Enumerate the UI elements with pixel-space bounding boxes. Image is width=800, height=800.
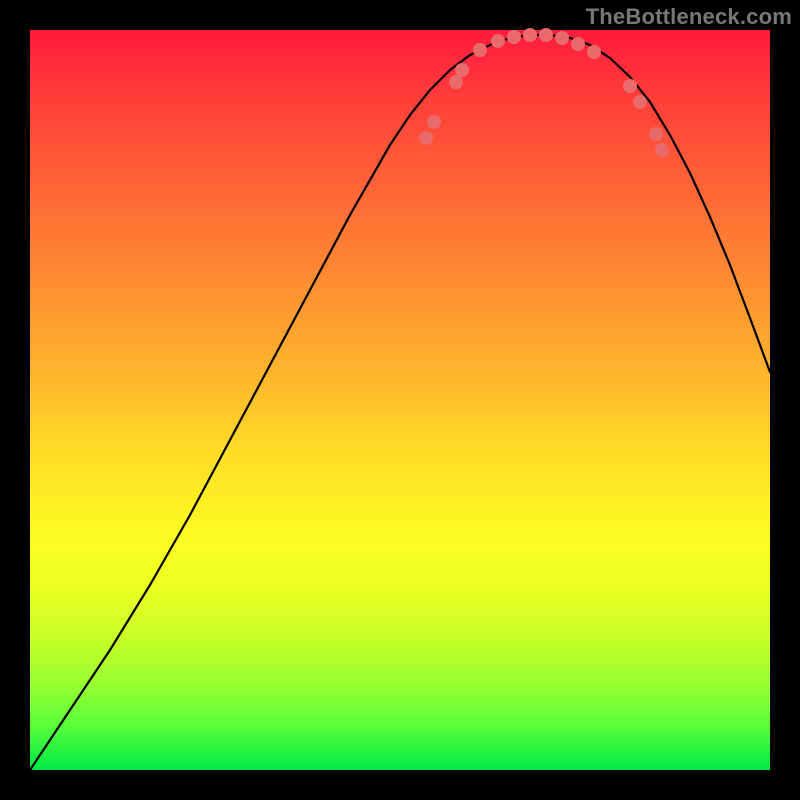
plot-area (30, 30, 770, 770)
curve-marker (571, 37, 585, 51)
curve-marker (419, 131, 433, 145)
curve-marker (449, 75, 463, 89)
curve-marker (555, 31, 569, 45)
curve-marker (633, 95, 647, 109)
watermark-text: TheBottleneck.com (586, 4, 792, 30)
curve-marker (523, 28, 537, 42)
curve-marker (491, 34, 505, 48)
chart-stage: TheBottleneck.com (0, 0, 800, 800)
curve-marker (473, 43, 487, 57)
curve-marker (655, 143, 669, 157)
marker-group (419, 28, 669, 157)
curve-marker (587, 45, 601, 59)
curve-marker (649, 127, 663, 141)
curve-marker (427, 115, 441, 129)
curve-marker (539, 28, 553, 42)
chart-svg (30, 30, 770, 770)
curve-marker (623, 79, 637, 93)
curve-marker (455, 63, 469, 77)
curve-marker (507, 30, 521, 44)
